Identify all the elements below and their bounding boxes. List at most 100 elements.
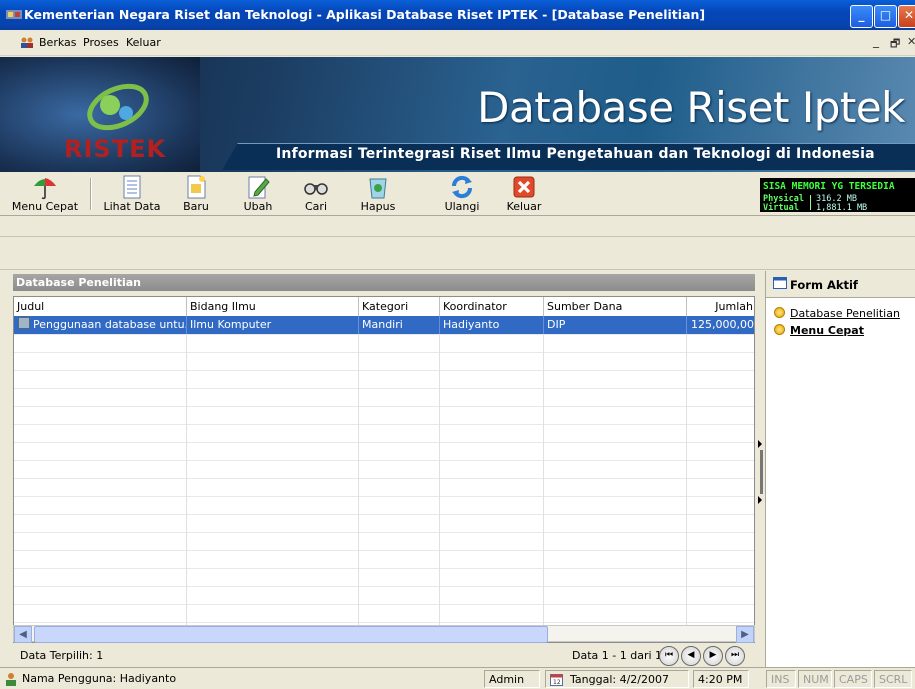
mdi-restore-icon[interactable]: 🗗 [890,35,900,54]
column-header-bidang-ilmu[interactable]: Bidang Ilmu [187,297,359,316]
form-aktif-title: Form Aktif [790,278,858,292]
table-cell [359,532,440,550]
table-row[interactable] [14,514,754,533]
column-header-judul[interactable]: Judul [14,297,187,316]
baru-button[interactable]: Baru [176,172,216,214]
table-row[interactable] [14,424,754,443]
table-row[interactable] [14,442,754,461]
table-cell [440,388,544,406]
column-header-sumber-dana[interactable]: Sumber Dana [544,297,687,316]
table-row[interactable] [14,460,754,479]
menu-cepat-button[interactable]: Menu Cepat [6,172,84,214]
keluar-button[interactable]: Keluar [502,172,546,214]
record-icon [18,317,30,329]
table-cell [544,334,687,352]
table-cell [14,586,187,604]
table-cell [544,550,687,568]
table-cell [359,352,440,370]
table-cell [359,334,440,352]
table-cell [359,568,440,586]
table-row[interactable] [14,478,754,497]
grid-footer: Data Terpilih: 1 Data 1 - 1 dari 1 ⏮ ◀ ▶… [13,643,755,667]
table-row[interactable] [14,388,754,407]
last-page-icon[interactable]: ⏭ [725,646,745,666]
table-cell [187,406,359,424]
table-row[interactable] [14,352,754,371]
column-header-kategori[interactable]: Kategori [359,297,440,316]
form-item-menu-cepat[interactable]: Menu Cepat [774,324,864,337]
table-row[interactable] [14,370,754,389]
table-cell [687,334,754,352]
first-page-icon[interactable]: ⏮ [659,646,679,666]
scroll-left-icon[interactable]: ◀ [14,626,32,643]
lihat-data-button[interactable]: Lihat Data [96,172,168,214]
table-cell [187,496,359,514]
table-cell [359,604,440,622]
menu-bar: Berkas Proses Keluar _ 🗗 ✕ [0,30,915,56]
app-icon [6,10,22,19]
form-item-label: Database Penelitian [790,307,900,320]
menu-proses[interactable]: Proses [83,36,119,49]
status-time: 4:20 PM [693,670,749,688]
table-cell [544,352,687,370]
ubah-button[interactable]: Ubah [238,172,278,214]
table-cell [687,478,754,496]
table-row[interactable] [14,496,754,515]
table-cell [359,388,440,406]
table-cell [187,478,359,496]
banner: RISTEK Database Riset Iptek Informasi Te… [0,57,915,172]
table-cell [687,460,754,478]
toolbar-label: Ulangi [444,200,480,213]
close-button[interactable]: ✕ [898,5,915,28]
table-row[interactable] [14,334,754,353]
status-user: Nama Pengguna: Hadiyanto [2,670,482,688]
table-row[interactable] [14,550,754,569]
table-row[interactable] [14,532,754,551]
previous-page-icon[interactable]: ◀ [681,646,701,666]
title-bar[interactable]: Kementerian Negara Riset dan Teknologi -… [0,0,915,30]
scroll-thumb[interactable] [34,626,548,643]
form-aktif-header: Form Aktif [766,271,915,298]
table-cell [359,370,440,388]
bullet-icon [774,324,785,335]
table-cell [14,460,187,478]
table-row[interactable] [14,568,754,587]
paging-info: Data 1 - 1 dari 1 [572,649,663,662]
horizontal-scrollbar[interactable]: ◀ ▶ [13,625,755,643]
column-header-jumlah[interactable]: Jumlah [687,297,754,316]
table-cell [14,388,187,406]
banner-subtitle: Informasi Terintegrasi Riset Ilmu Penget… [276,146,875,162]
hapus-button[interactable]: Hapus [354,172,402,214]
table-cell [14,568,187,586]
mdi-close-icon[interactable]: ✕ [907,35,915,48]
banner-title: Database Riset Iptek [477,83,905,132]
table-cell [359,496,440,514]
table-row[interactable]: Penggunaan database untu... Ilmu Komputer… [14,316,754,335]
next-page-icon[interactable]: ▶ [703,646,723,666]
menu-berkas[interactable]: Berkas [39,36,77,49]
table-row[interactable] [14,406,754,425]
table-cell [544,532,687,550]
table-cell [687,514,754,532]
menu-keluar[interactable]: Keluar [126,36,161,49]
splitter-handle[interactable] [758,440,764,504]
table-row[interactable] [14,604,754,623]
window-icon [773,277,787,289]
table-row[interactable] [14,586,754,605]
data-grid[interactable]: Judul Bidang Ilmu Kategori Koordinator S… [13,296,755,643]
maximize-button[interactable]: □ [874,5,897,28]
table-cell [687,388,754,406]
cari-button[interactable]: Cari [296,172,336,214]
table-cell: Mandiri [359,316,440,334]
form-item-database-penelitian[interactable]: Database Penelitian [774,307,900,320]
table-cell [14,424,187,442]
new-document-icon [187,175,206,199]
bullet-icon [774,307,785,318]
column-header-koordinator[interactable]: Koordinator [440,297,544,316]
status-num: NUM [798,670,832,688]
table-cell [687,568,754,586]
minimize-button[interactable]: _ [850,5,873,28]
mdi-minimize-icon[interactable]: _ [873,34,879,48]
ulangi-button[interactable]: Ulangi [440,172,484,214]
scroll-right-icon[interactable]: ▶ [736,626,754,643]
